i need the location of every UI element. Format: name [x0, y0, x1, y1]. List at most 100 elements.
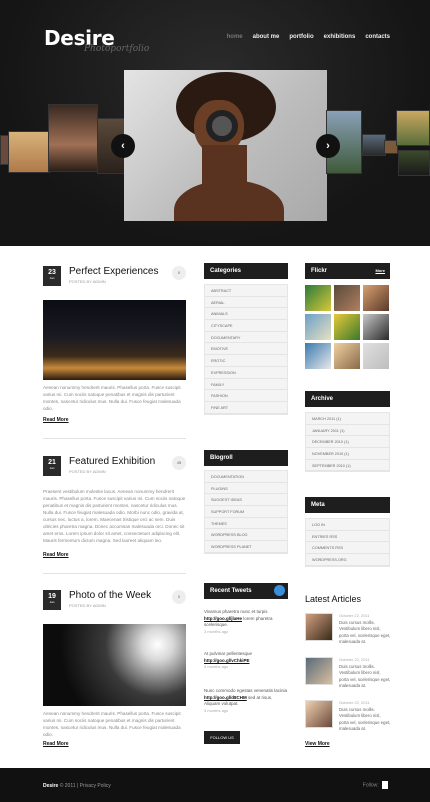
nav-home[interactable]: home: [227, 34, 243, 40]
slide-thumbnail[interactable]: [398, 150, 430, 176]
blogroll-item[interactable]: SUPPORT FORUM: [205, 506, 287, 518]
category-item[interactable]: CITYSCAPE: [205, 320, 287, 332]
flickr-more-link[interactable]: More: [375, 268, 385, 273]
category-item[interactable]: FASHION: [205, 390, 287, 402]
main-nav: home about me portfolio exhibitions cont…: [227, 34, 390, 40]
post-date-badge: 21 Jan: [43, 456, 61, 476]
read-more-link[interactable]: Read More: [43, 741, 69, 747]
flickr-thumbnail[interactable]: [305, 343, 331, 369]
tweet-link[interactable]: http://goo.gl/d8CHM: [204, 695, 247, 700]
post-day: 19: [48, 593, 56, 600]
post-meta: POSTED BY ADMIN: [69, 603, 106, 608]
category-item[interactable]: DOCUMENTARY: [205, 332, 287, 344]
post-month: Jan: [49, 600, 55, 604]
footer-follow: Follow:: [363, 781, 388, 789]
footer-copyright-text[interactable]: © 2011 | Privacy Policy: [60, 783, 111, 789]
post-month: Jan: [49, 466, 55, 470]
meta-item[interactable]: COMMENTS RSS: [306, 542, 389, 555]
tweet-link[interactable]: http://goo.gl/jlaHe: [204, 616, 242, 621]
footer-brand[interactable]: Desire: [43, 783, 58, 789]
slider-next-button[interactable]: ›: [316, 134, 340, 158]
blogroll-item[interactable]: SUGGEST IDEAS: [205, 494, 287, 507]
tweet-time: 3 months ago: [204, 707, 229, 713]
category-item[interactable]: ANIMALS: [205, 308, 287, 321]
nav-exhibitions[interactable]: exhibitions: [324, 34, 356, 40]
blogroll-item[interactable]: WORDPRESS PLANET: [205, 541, 287, 553]
post-excerpt: Praesent vestibulum molestie lacus. Aene…: [43, 489, 186, 543]
category-item[interactable]: FAMILY: [205, 379, 287, 391]
categories-title: Categories: [204, 263, 288, 279]
tweet-text: Nunc commodo egestas venenatis lacinia: [204, 688, 288, 693]
meta-item[interactable]: ENTRIES RSS: [306, 531, 389, 543]
category-item[interactable]: EROTIC: [205, 355, 287, 367]
post-image[interactable]: [43, 300, 186, 380]
tweet-time: 3 months ago: [204, 628, 229, 634]
archive-list: MARCH 2011 (1) JANUARY 2011 (1) DECEMBER…: [305, 412, 390, 473]
category-item[interactable]: ABSTRACT: [205, 285, 287, 297]
slide-thumbnail[interactable]: [8, 131, 50, 173]
post-title[interactable]: Featured Exhibition: [69, 456, 155, 467]
blogroll-item[interactable]: WORDPRESS BLOG: [205, 529, 287, 542]
comment-count[interactable]: 0: [172, 590, 186, 604]
slide-main-image[interactable]: [124, 70, 327, 221]
slide-thumbnail[interactable]: [362, 134, 386, 156]
follow-us-button[interactable]: FOLLOW US: [204, 731, 240, 744]
nav-portfolio[interactable]: portfolio: [289, 34, 313, 40]
category-item[interactable]: AERIAL: [205, 297, 287, 309]
meta-item[interactable]: LOG IN: [306, 519, 389, 531]
nav-about-me[interactable]: about me: [253, 34, 280, 40]
comment-count[interactable]: 45: [172, 456, 186, 470]
flickr-label: Flickr: [311, 268, 328, 274]
slide-thumbnail[interactable]: [48, 104, 98, 172]
archive-item[interactable]: NOVEMBER 2010 (1): [306, 448, 389, 460]
category-item[interactable]: FINE ART: [205, 402, 287, 414]
nav-contacts[interactable]: contacts: [365, 34, 390, 40]
article-thumbnail[interactable]: [305, 700, 333, 728]
flickr-thumbnail[interactable]: [334, 285, 360, 311]
article-text[interactable]: Duis cursus mollis. Vestibulum libero ni…: [339, 620, 391, 645]
post-meta: POSTED BY ADMIN: [69, 469, 106, 474]
post-excerpt: Aenean nonummy hendrerit mauris. Phasell…: [43, 385, 181, 411]
post-day: 21: [48, 459, 56, 466]
blogroll-item[interactable]: PLUGINS: [205, 483, 287, 495]
flickr-thumbnail[interactable]: [363, 314, 389, 340]
slide-thumbnail[interactable]: [396, 110, 430, 146]
archive-item[interactable]: MARCH 2011 (1): [306, 413, 389, 425]
flickr-thumbnail[interactable]: [334, 314, 360, 340]
flickr-thumbnail[interactable]: [363, 343, 389, 369]
footer: Desire © 2011 | Privacy Policy Follow:: [0, 768, 430, 802]
tagline: Photoportfolio: [84, 44, 150, 54]
category-item[interactable]: EMOTIVE: [205, 343, 287, 356]
flickr-title: Flickr More: [305, 263, 390, 279]
meta-list: LOG IN ENTRIES RSS COMMENTS RSS WORDPRES…: [305, 518, 390, 567]
post-divider: [43, 573, 186, 574]
article-text[interactable]: Duis cursus mollis. Vestibulum libero ni…: [339, 664, 391, 689]
tweet-text: At pulvinar pellentesque: [204, 651, 253, 656]
tweet-link[interactable]: http://goo.gl/vChkiPE: [204, 658, 250, 663]
read-more-link[interactable]: Read More: [43, 552, 69, 558]
blogroll-item[interactable]: THEMES: [205, 518, 287, 530]
article-thumbnail[interactable]: [305, 657, 333, 685]
read-more-link[interactable]: Read More: [43, 417, 69, 423]
facebook-icon[interactable]: [382, 781, 388, 789]
flickr-thumbnail[interactable]: [305, 314, 331, 340]
post-title[interactable]: Photo of the Week: [69, 590, 151, 601]
flickr-thumbnail[interactable]: [363, 285, 389, 311]
slider-prev-button[interactable]: ‹: [111, 134, 135, 158]
archive-item[interactable]: JANUARY 2011 (1): [306, 425, 389, 437]
post-image[interactable]: [43, 624, 186, 706]
view-more-link[interactable]: View More: [305, 741, 330, 747]
article-text[interactable]: Duis cursus mollis. Vestibulum libero ni…: [339, 707, 391, 732]
comment-count[interactable]: 0: [172, 266, 186, 280]
blogroll-item[interactable]: DOCUMENTATION: [205, 471, 287, 483]
latest-articles-title: Latest Articles: [305, 594, 362, 604]
archive-item[interactable]: DECEMBER 2010 (1): [306, 436, 389, 449]
flickr-thumbnail[interactable]: [305, 285, 331, 311]
post-month: Jan: [49, 276, 55, 280]
post-title[interactable]: Perfect Experiences: [69, 266, 159, 277]
flickr-thumbnail[interactable]: [334, 343, 360, 369]
archive-item[interactable]: SEPTEMBER 2010 (1): [306, 460, 389, 472]
article-thumbnail[interactable]: [305, 613, 333, 641]
meta-item[interactable]: WORDPRESS.ORG: [306, 554, 389, 566]
category-item[interactable]: EXPRESSION: [205, 367, 287, 379]
